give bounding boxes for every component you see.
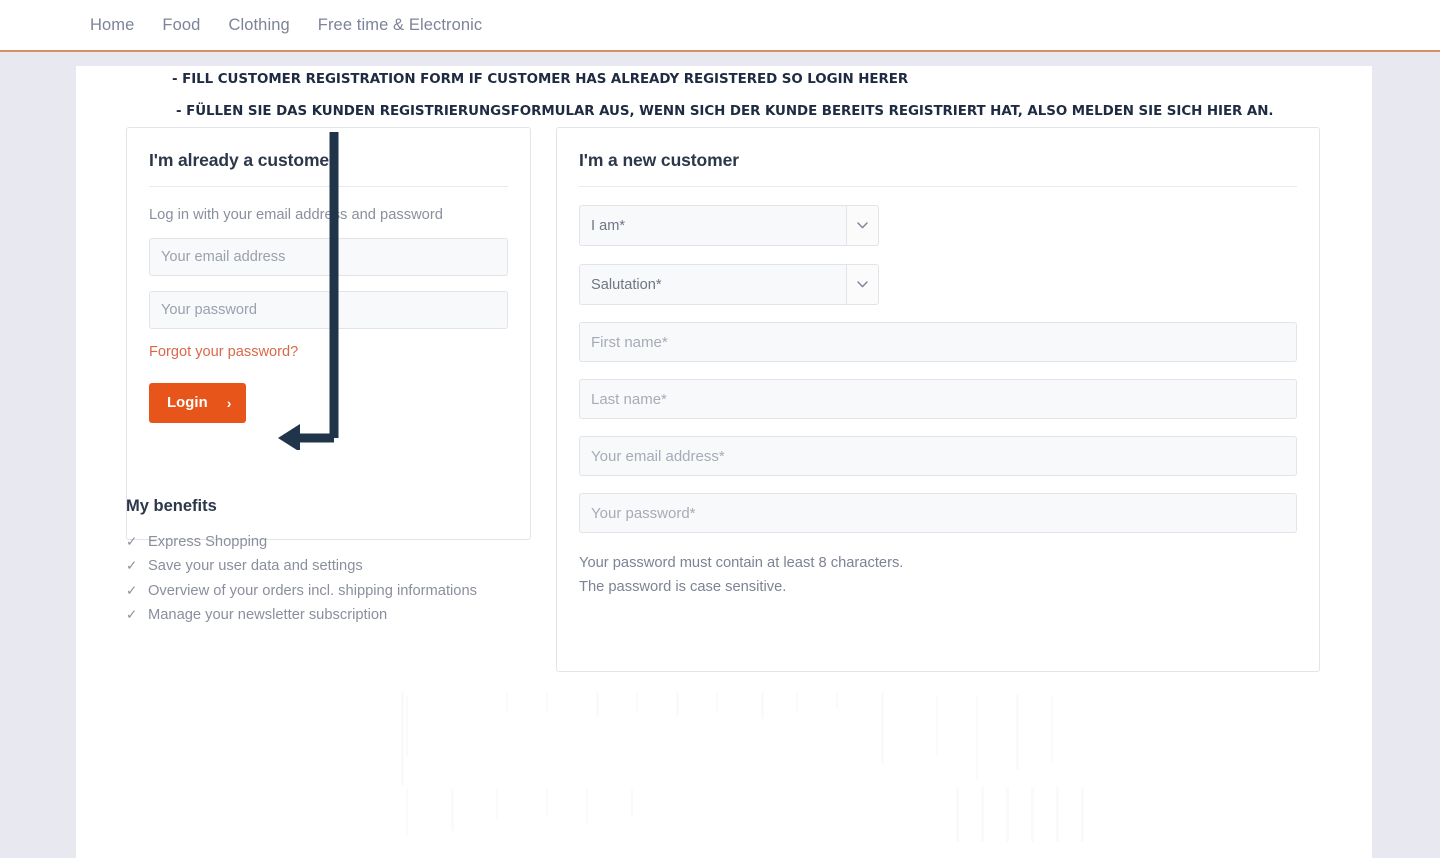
benefit-label: Overview of your orders incl. shipping i… (148, 582, 477, 599)
registration-password-input[interactable] (579, 493, 1297, 533)
nav-item-clothing[interactable]: Clothing (228, 16, 289, 35)
check-icon: ✓ (126, 534, 138, 549)
benefits-title: My benefits (126, 497, 217, 515)
registration-card: I'm a new customer I am* Salutation* Fir… (556, 127, 1320, 672)
page-container: - FILL CUSTOMER REGISTRATION FORM IF CUS… (76, 66, 1372, 858)
list-item: ✓ Express Shopping (126, 530, 546, 554)
login-card-divider (149, 186, 508, 187)
last-name-input[interactable] (579, 379, 1297, 419)
nav-item-food[interactable]: Food (162, 16, 200, 35)
password-hint: Your password must contain at least 8 ch… (579, 552, 1297, 600)
password-hint-line-1: Your password must contain at least 8 ch… (579, 555, 904, 571)
check-icon: ✓ (126, 607, 138, 623)
check-icon: ✓ (126, 582, 138, 598)
nav-item-home[interactable]: Home (90, 16, 134, 35)
registration-card-title: I'm a new customer (579, 150, 739, 170)
chevron-right-icon: › (226, 395, 232, 411)
registration-email-input[interactable] (579, 436, 1297, 476)
login-card-title: I'm already a customer. (149, 150, 340, 170)
chevron-down-icon[interactable] (846, 205, 879, 246)
benefits-section: My benefits ✓ Express Shopping ✓ Save yo… (126, 497, 546, 628)
login-button[interactable]: Login › (149, 383, 247, 423)
top-navigation-bar: Home Food Clothing Free time & Electroni… (0, 0, 1440, 52)
list-item: ✓ Overview of your orders incl. shipping… (126, 579, 546, 603)
forgot-password-link[interactable]: Forgot your password? (149, 344, 298, 360)
login-card: I'm already a customer. Log in with your… (126, 127, 531, 540)
benefit-label: Manage your newsletter subscription (148, 607, 388, 624)
registration-card-divider (579, 186, 1297, 187)
password-hint-line-2: The password is case sensitive. (579, 578, 787, 595)
benefit-label: Express Shopping (148, 534, 268, 550)
iam-select[interactable]: I am* (579, 205, 879, 246)
login-card-subtitle: Log in with your email address and passw… (149, 207, 443, 223)
benefits-list: ✓ Express Shopping ✓ Save your user data… (126, 530, 546, 628)
salutation-select-value[interactable]: Salutation* (579, 264, 846, 305)
screen: Home Food Clothing Free time & Electroni… (0, 0, 1440, 858)
main-nav: Home Food Clothing Free time & Electroni… (90, 0, 482, 50)
chevron-down-icon[interactable] (846, 264, 879, 305)
login-button-label: Login (167, 395, 208, 411)
annotation-instruction-de: - FÜLLEN SIE DAS KUNDEN REGISTRIERUNGSFO… (176, 104, 1274, 119)
check-icon: ✓ (126, 558, 138, 574)
login-password-input[interactable] (149, 291, 508, 329)
login-email-input[interactable] (149, 238, 508, 276)
annotation-instruction-en: - FILL CUSTOMER REGISTRATION FORM IF CUS… (172, 72, 909, 87)
first-name-input[interactable] (579, 322, 1297, 362)
iam-select-value[interactable]: I am* (579, 205, 846, 246)
list-item: ✓ Manage your newsletter subscription (126, 603, 546, 627)
list-item: ✓ Save your user data and settings (126, 554, 546, 578)
salutation-select[interactable]: Salutation* (579, 264, 879, 305)
nav-item-free-time-electronic[interactable]: Free time & Electronic (318, 16, 483, 35)
benefit-label: Save your user data and settings (148, 558, 363, 575)
page-ghost-content (76, 677, 1372, 858)
